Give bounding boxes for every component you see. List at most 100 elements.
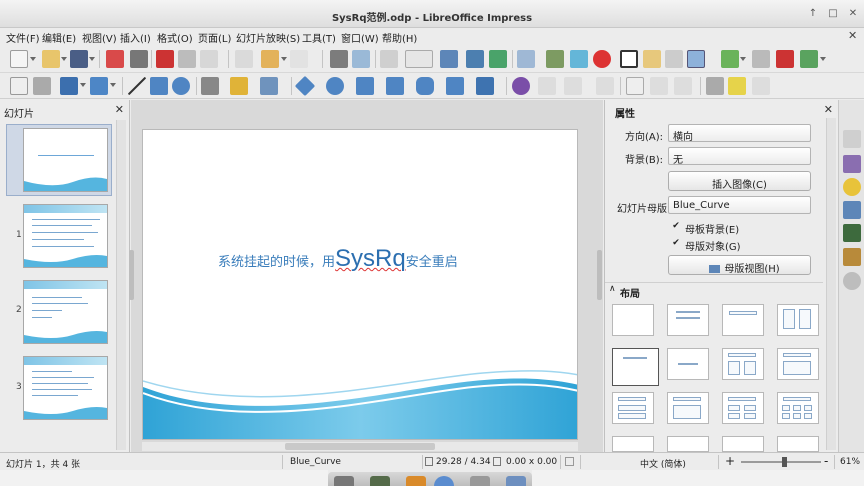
styles-tab-icon[interactable]	[843, 224, 861, 242]
dock-app-icon[interactable]	[470, 476, 490, 486]
slideshow-current-icon[interactable]	[489, 50, 507, 68]
restore-icon[interactable]: ↑	[806, 7, 820, 21]
find-replace-icon[interactable]	[330, 50, 348, 68]
right-pane-splitter[interactable]	[597, 250, 602, 300]
media-icon[interactable]	[593, 50, 611, 68]
ellipse-icon[interactable]	[172, 77, 190, 95]
layout-title-content-2[interactable]	[722, 348, 764, 380]
menu-format[interactable]: 格式(O)	[157, 30, 193, 45]
block-arrows-icon[interactable]	[356, 77, 374, 95]
line-icon[interactable]	[128, 77, 146, 95]
dock-browser-icon[interactable]	[434, 476, 454, 486]
chevron-down-icon[interactable]	[89, 57, 95, 63]
dock-app-icon[interactable]	[334, 476, 354, 486]
export-pdf-icon[interactable]	[106, 50, 124, 68]
arrange-icon[interactable]	[564, 77, 582, 95]
slide-thumbnail-4[interactable]	[23, 356, 108, 420]
rectangle-icon[interactable]	[150, 77, 168, 95]
toggle-extrusion-icon[interactable]	[752, 77, 770, 95]
fontwork-icon[interactable]	[643, 50, 661, 68]
distribute-icon[interactable]	[596, 77, 614, 95]
maximize-icon[interactable]: □	[826, 7, 840, 21]
menu-page[interactable]: 页面(L)	[198, 30, 231, 45]
custom-animation-tab-icon[interactable]	[843, 178, 861, 196]
layout-vertical-2[interactable]	[667, 436, 709, 452]
new-icon[interactable]	[10, 50, 28, 68]
image-icon[interactable]	[546, 50, 564, 68]
layout-vertical-4[interactable]	[777, 436, 819, 452]
stars-icon[interactable]	[446, 77, 464, 95]
master-objects-checkbox[interactable]: ✔	[671, 238, 681, 248]
redo-icon[interactable]	[290, 50, 308, 68]
master-view-button[interactable]: 母版视图(H)	[668, 255, 811, 275]
layout-centered-text[interactable]	[667, 348, 709, 380]
connector-icon[interactable]	[260, 77, 278, 95]
flowchart-icon[interactable]	[386, 77, 404, 95]
chevron-down-icon[interactable]	[281, 57, 287, 63]
hyperlink-icon[interactable]	[665, 50, 683, 68]
menu-insert[interactable]: 插入(I)	[120, 30, 151, 45]
chevron-down-icon[interactable]	[80, 83, 86, 89]
collapse-icon[interactable]: ∧	[609, 284, 616, 294]
menu-file[interactable]: 文件(F)	[6, 30, 40, 45]
chevron-down-icon[interactable]	[110, 83, 116, 89]
properties-scrollbar[interactable]	[826, 118, 836, 450]
menu-tools[interactable]: 工具(T)	[302, 30, 336, 45]
table-icon[interactable]	[517, 50, 535, 68]
layout-title[interactable]	[722, 304, 764, 336]
layout-title-content-over[interactable]	[667, 392, 709, 424]
close-icon[interactable]: ✕	[824, 103, 833, 116]
zoom-slider-handle[interactable]	[782, 457, 787, 467]
grid-icon[interactable]	[380, 50, 398, 68]
menu-edit[interactable]: 编辑(E)	[42, 30, 76, 45]
print-icon[interactable]	[130, 50, 148, 68]
basic-shapes-icon[interactable]	[294, 75, 316, 97]
snap-icon[interactable]	[687, 50, 705, 68]
layout-title-6-content[interactable]	[777, 392, 819, 424]
dock-app-icon[interactable]	[370, 476, 390, 486]
copy-icon[interactable]	[178, 50, 196, 68]
duplicate-slide-icon[interactable]	[752, 50, 770, 68]
rotate-icon[interactable]	[512, 77, 530, 95]
chevron-down-icon[interactable]	[740, 57, 746, 63]
layout-section-header[interactable]: ∧ 布局	[605, 282, 823, 300]
slides-pane-scrollbar[interactable]	[116, 120, 126, 450]
spellcheck-icon[interactable]	[352, 50, 370, 68]
chevron-down-icon[interactable]	[61, 57, 67, 63]
layout-vertical-3[interactable]	[722, 436, 764, 452]
layout-title-content[interactable]	[667, 304, 709, 336]
layout-title-content-3[interactable]	[777, 348, 819, 380]
master-background-checkbox[interactable]: ✔	[671, 221, 681, 231]
3d-objects-icon[interactable]	[476, 77, 494, 95]
layout-vertical-1[interactable]	[612, 436, 654, 452]
insert-image-button[interactable]: 插入图像(C)	[668, 171, 811, 191]
dock-folder-icon[interactable]	[506, 476, 526, 486]
chart-icon[interactable]	[570, 50, 588, 68]
gallery-tab-icon[interactable]	[843, 248, 861, 266]
left-pane-splitter[interactable]	[129, 250, 134, 300]
layout-title-4-content[interactable]	[722, 392, 764, 424]
chevron-down-icon[interactable]	[820, 57, 826, 63]
start-slideshow-icon[interactable]	[466, 50, 484, 68]
layout-title-2-rows[interactable]	[612, 392, 654, 424]
dock-app-icon[interactable]	[406, 476, 426, 486]
callouts-icon[interactable]	[416, 77, 434, 95]
background-select[interactable]: 无	[668, 147, 811, 166]
symbol-shapes-icon[interactable]	[326, 77, 344, 95]
document-modified-icon[interactable]	[565, 457, 574, 466]
line-color-icon[interactable]	[60, 77, 78, 95]
clone-formatting-icon[interactable]	[235, 50, 253, 68]
close-window-icon[interactable]: ✕	[846, 7, 860, 21]
menu-slideshow[interactable]: 幻灯片放映(S)	[236, 30, 300, 45]
navigator-tab-icon[interactable]	[843, 272, 861, 290]
slide-thumbnail-1[interactable]	[23, 128, 108, 192]
slide-canvas[interactable]: 系统挂起的时候，用SysRq安全重启	[142, 129, 578, 440]
fill-color-icon[interactable]	[90, 77, 108, 95]
points-icon[interactable]	[706, 77, 724, 95]
layout-title-two-content[interactable]	[777, 304, 819, 336]
zoom-level[interactable]: 61%	[840, 457, 860, 467]
curve-icon[interactable]	[230, 77, 248, 95]
slide-layout-icon[interactable]	[800, 50, 818, 68]
editor-horizontal-scrollbar[interactable]	[142, 442, 578, 451]
slide-thumbnail-2[interactable]	[23, 204, 108, 268]
